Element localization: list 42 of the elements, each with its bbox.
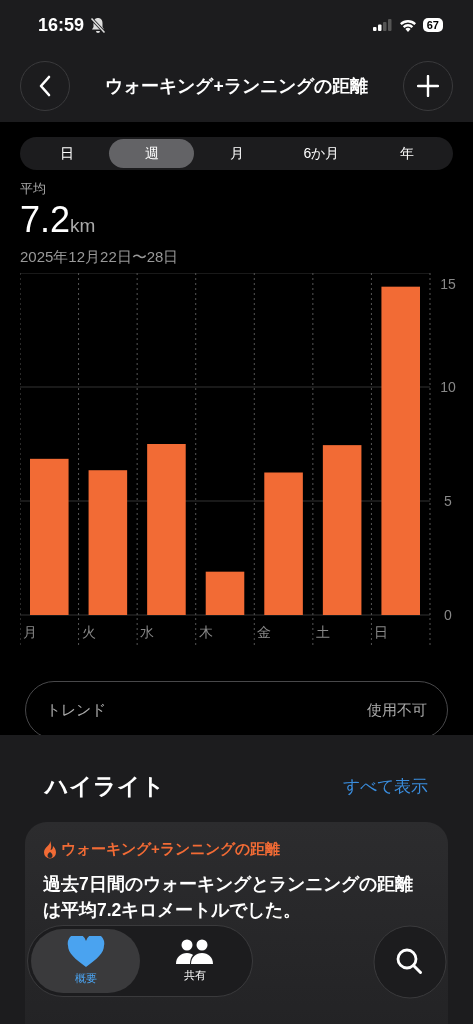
- period-tab[interactable]: 週: [109, 139, 194, 168]
- average-label: 平均: [20, 180, 47, 198]
- period-tab[interactable]: 6か月: [279, 139, 364, 168]
- flame-icon: [43, 840, 57, 859]
- axis-tick-label: 5: [444, 493, 452, 509]
- trend-label: トレンド: [46, 700, 106, 720]
- bell-slash-icon: [90, 16, 107, 34]
- signal-icon: [372, 19, 393, 31]
- wifi-icon: [398, 18, 417, 32]
- axis-category-label: 木: [198, 624, 213, 640]
- show-all-link[interactable]: すべて表示: [343, 775, 428, 798]
- tab-bar-item[interactable]: 概要: [31, 929, 140, 993]
- card-title: ウォーキング+ランニングの距離: [61, 840, 280, 859]
- axis-category-label: 金: [257, 624, 272, 640]
- axis-tick-label: 0: [444, 607, 452, 623]
- axis-category-label: 火: [81, 624, 96, 640]
- chart-bar: [205, 571, 245, 615]
- period-tab[interactable]: 年: [364, 139, 449, 168]
- search-button[interactable]: [373, 925, 447, 999]
- axis-category-label: 土: [315, 624, 330, 640]
- battery-indicator: 67: [422, 18, 443, 32]
- tab-bar-item[interactable]: 共有: [140, 929, 249, 993]
- trend-status: 使用不可: [367, 700, 427, 720]
- average-value: 7.2km: [20, 200, 97, 242]
- status-time: 16:59: [38, 14, 85, 36]
- axis-tick-label: 10: [440, 379, 456, 395]
- card-text: 過去7日間のウォーキングとランニングの距離は平均7.2キロメートルでした。: [43, 873, 414, 922]
- period-tab[interactable]: 日: [24, 139, 109, 168]
- add-button[interactable]: [403, 61, 453, 111]
- axis-category-label: 水: [140, 624, 155, 640]
- back-button[interactable]: [20, 61, 70, 111]
- section-title: ハイライト: [45, 772, 165, 801]
- screen-title: ウォーキング+ランニングの距離: [104, 75, 369, 98]
- axis-category-label: 日: [374, 624, 389, 640]
- axis-tick-label: 15: [440, 276, 456, 292]
- chevron-left-icon: [38, 75, 52, 97]
- people-icon: [175, 939, 214, 965]
- plus-icon: [417, 75, 439, 97]
- period-tab[interactable]: 月: [194, 139, 279, 168]
- date-range: 2025年12月22日〜28日: [20, 248, 180, 267]
- heart-icon: [66, 936, 105, 968]
- axis-category-label: 月: [23, 624, 37, 640]
